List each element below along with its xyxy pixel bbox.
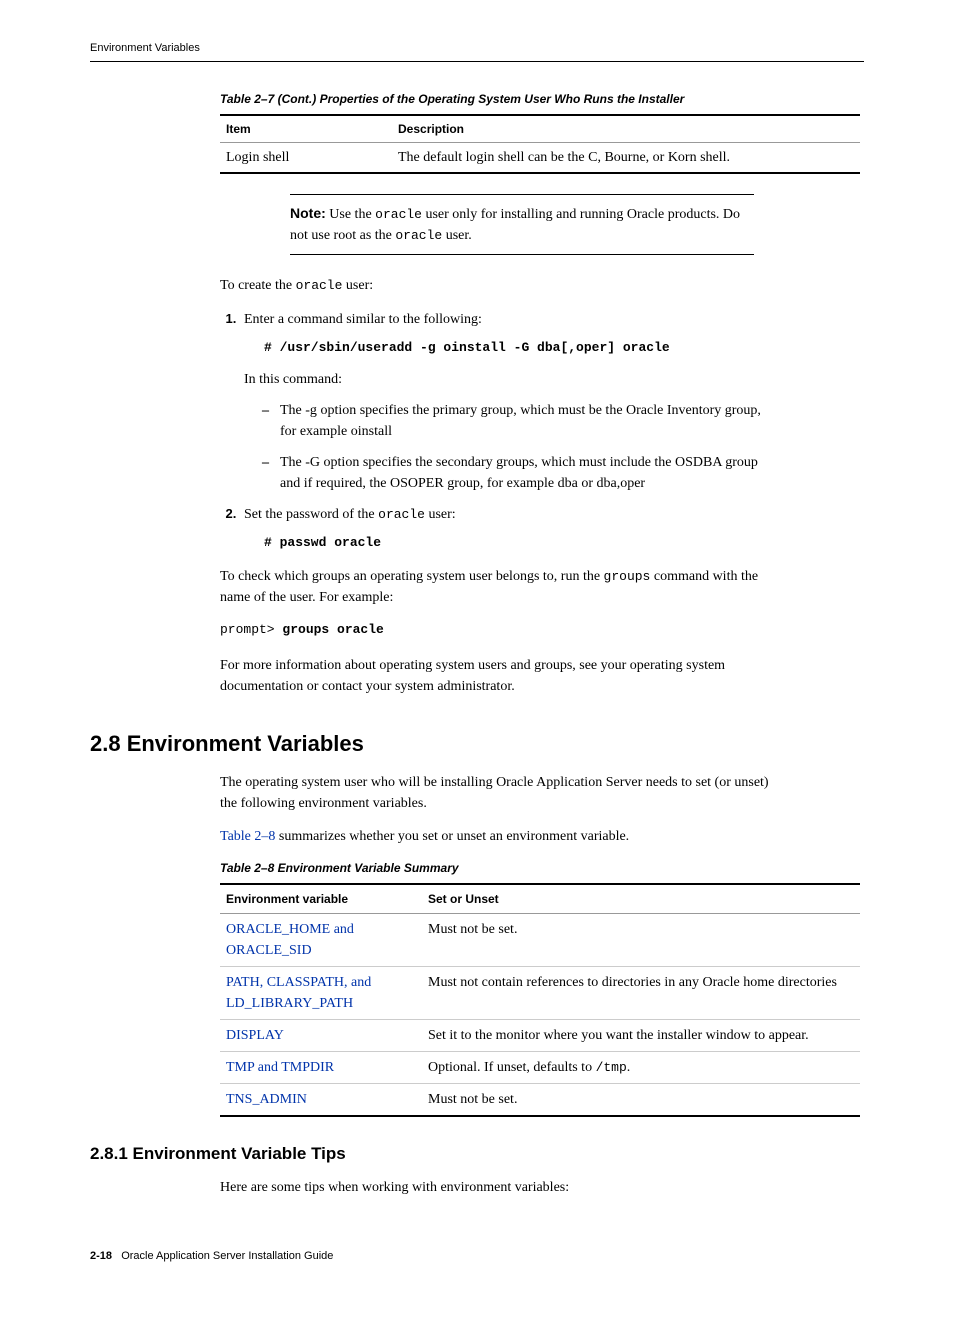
- td-path-desc: Must not contain references to directori…: [422, 967, 860, 1020]
- table-row: DISPLAY Set it to the monitor where you …: [220, 1020, 860, 1052]
- prompt-pre: prompt>: [220, 622, 282, 637]
- step1-bullets: The -g option specifies the primary grou…: [244, 400, 774, 494]
- create-user-intro: To create the oracle user:: [220, 275, 774, 296]
- td-login-shell-desc: The default login shell can be the C, Bo…: [392, 142, 860, 173]
- table-2-8: Environment variable Set or Unset ORACLE…: [220, 883, 860, 1117]
- sec281-p1: Here are some tips when working with env…: [220, 1177, 774, 1198]
- footer-title: Oracle Application Server Installation G…: [121, 1250, 333, 1262]
- step2-code: # passwd oracle: [264, 533, 774, 553]
- note-code-1: oracle: [375, 207, 422, 222]
- b1-code: -g: [305, 403, 317, 418]
- td-login-shell: Login shell: [220, 142, 392, 173]
- create-code: oracle: [296, 278, 343, 293]
- td-tns-desc: Must not be set.: [422, 1084, 860, 1117]
- s2-post: user:: [425, 507, 456, 522]
- table-row: PATH, CLASSPATH, and LD_LIBRARY_PATH Mus…: [220, 967, 860, 1020]
- table-2-7: Item Description Login shell The default…: [220, 114, 860, 174]
- create-pre: To create the: [220, 278, 296, 293]
- step-2: Set the password of the oracle user: # p…: [240, 504, 774, 553]
- step-1: Enter a command similar to the following…: [240, 309, 774, 495]
- note-code-2: oracle: [395, 228, 442, 243]
- b2-code: -G: [305, 455, 320, 470]
- th-item: Item: [220, 115, 392, 143]
- more-info-para: For more information about operating sys…: [220, 655, 774, 697]
- section-2-8-1-heading: 2.8.1 Environment Variable Tips: [90, 1141, 864, 1167]
- note-text-3: user.: [442, 228, 472, 243]
- check-groups-para: To check which groups an operating syste…: [220, 566, 774, 608]
- link-tmp[interactable]: TMP and TMPDIR: [226, 1060, 334, 1075]
- footer-page-number: 2-18: [90, 1250, 112, 1262]
- sec28-p1: The operating system user who will be in…: [220, 772, 774, 814]
- b1-pre: The: [280, 403, 305, 418]
- step1-code: # /usr/sbin/useradd -g oinstall -G dba[,…: [264, 338, 774, 358]
- th-set-unset: Set or Unset: [422, 884, 860, 914]
- td-display-desc: Set it to the monitor where you want the…: [422, 1020, 860, 1052]
- check-pre: To check which groups an operating syste…: [220, 569, 604, 584]
- bullet-g-option: The -g option specifies the primary grou…: [262, 400, 774, 442]
- th-description: Description: [392, 115, 860, 143]
- link-oracle-home[interactable]: ORACLE_HOME and ORACLE_SID: [226, 922, 354, 958]
- step1-subpara: In this command:: [244, 369, 774, 390]
- link-display[interactable]: DISPLAY: [226, 1028, 284, 1043]
- s2-pre: Set the password of the: [244, 507, 378, 522]
- prompt-example: prompt> groups oracle: [220, 620, 864, 640]
- prompt-bold: groups oracle: [282, 622, 383, 637]
- sec28-p2-rest: summarizes whether you set or unset an e…: [275, 829, 629, 844]
- tmp-code: /tmp: [596, 1060, 627, 1075]
- page-footer: 2-18 Oracle Application Server Installat…: [90, 1248, 864, 1265]
- table-row: TNS_ADMIN Must not be set.: [220, 1084, 860, 1117]
- bullet-G-option: The -G option specifies the secondary gr…: [262, 452, 774, 494]
- tmp-pre: Optional. If unset, defaults to: [428, 1060, 596, 1075]
- b2-mid: option specifies the secondary groups, w…: [280, 455, 758, 491]
- table-2-8-xref[interactable]: Table 2–8: [220, 829, 275, 844]
- numbered-steps: Enter a command similar to the following…: [220, 309, 774, 553]
- sec28-p2: Table 2–8 summarizes whether you set or …: [220, 826, 774, 847]
- td-tmp-desc: Optional. If unset, defaults to /tmp.: [422, 1052, 860, 1084]
- b2-code2: dba: [558, 476, 578, 491]
- step1-text: Enter a command similar to the following…: [244, 312, 482, 327]
- th-env-var: Environment variable: [220, 884, 422, 914]
- b2-or: or: [578, 476, 597, 491]
- table-row: ORACLE_HOME and ORACLE_SID Must not be s…: [220, 914, 860, 967]
- s2-code: oracle: [378, 507, 425, 522]
- table-row: TMP and TMPDIR Optional. If unset, defau…: [220, 1052, 860, 1084]
- section-2-8-heading: 2.8 Environment Variables: [90, 727, 864, 760]
- b2-code3: dba,oper: [597, 476, 646, 491]
- table-2-8-caption: Table 2–8 Environment Variable Summary: [220, 859, 864, 877]
- running-header: Environment Variables: [90, 40, 864, 62]
- tmp-post: .: [627, 1060, 631, 1075]
- create-post: user:: [342, 278, 373, 293]
- td-oracle-home-desc: Must not be set.: [422, 914, 860, 967]
- b2-pre: The: [280, 455, 305, 470]
- check-code: groups: [604, 569, 651, 584]
- note-text-1: Use the: [326, 207, 375, 222]
- link-tns-admin[interactable]: TNS_ADMIN: [226, 1092, 307, 1107]
- note-box: Note: Use the oracle user only for insta…: [290, 194, 754, 255]
- note-label: Note:: [290, 205, 326, 221]
- step2-text: Set the password of the oracle user:: [244, 507, 456, 522]
- table-2-7-caption: Table 2–7 (Cont.) Properties of the Oper…: [220, 90, 864, 108]
- b1-code2: oinstall: [351, 424, 392, 439]
- link-path-classpath[interactable]: PATH, CLASSPATH, and LD_LIBRARY_PATH: [226, 975, 371, 1011]
